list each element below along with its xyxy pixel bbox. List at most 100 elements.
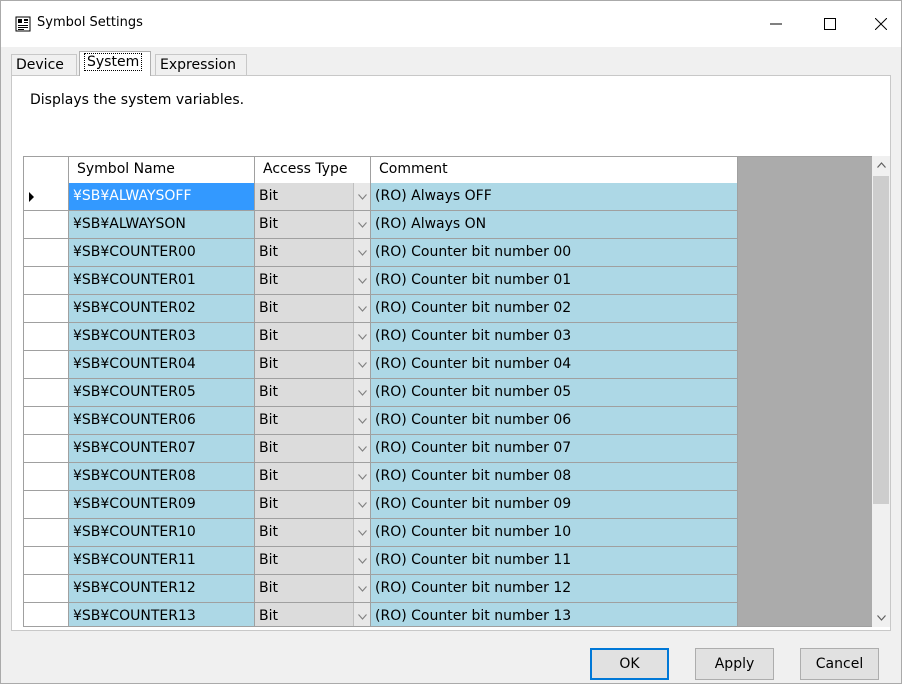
access-type-dropdown-button[interactable] <box>353 295 370 322</box>
comment-cell[interactable]: (RO) Always OFF <box>371 183 738 211</box>
close-button[interactable] <box>858 1 902 47</box>
table-row[interactable]: ¥SB¥COUNTER04 Bit (RO) Counter bit number … <box>24 351 738 379</box>
comment-cell[interactable]: (RO) Counter bit number 13 <box>371 603 738 626</box>
comment-cell[interactable]: (RO) Counter bit number 00 <box>371 239 738 267</box>
access-type-cell[interactable]: Bit <box>255 547 371 575</box>
access-type-dropdown-button[interactable] <box>353 211 370 238</box>
row-selector[interactable] <box>24 379 69 407</box>
comment-cell[interactable]: (RO) Counter bit number 10 <box>371 519 738 547</box>
access-type-dropdown-button[interactable] <box>353 575 370 602</box>
access-type-cell[interactable]: Bit <box>255 267 371 295</box>
comment-cell[interactable]: (RO) Counter bit number 12 <box>371 575 738 603</box>
access-type-dropdown-button[interactable] <box>353 239 370 266</box>
row-selector[interactable] <box>24 295 69 323</box>
table-row[interactable]: ¥SB¥COUNTER12 Bit (RO) Counter bit number … <box>24 575 738 603</box>
access-type-dropdown-button[interactable] <box>353 519 370 546</box>
row-selector[interactable] <box>24 323 69 351</box>
access-type-cell[interactable]: Bit <box>255 351 371 379</box>
access-type-dropdown-button[interactable] <box>353 603 370 626</box>
symbol-name-cell[interactable]: ¥SB¥COUNTER08 <box>69 463 255 491</box>
tab-expression[interactable]: Expression <box>155 54 247 76</box>
comment-cell[interactable]: (RO) Counter bit number 05 <box>371 379 738 407</box>
comment-cell[interactable]: (RO) Counter bit number 02 <box>371 295 738 323</box>
column-header-access-type[interactable]: Access Type <box>255 157 371 183</box>
row-selector[interactable] <box>24 211 69 239</box>
access-type-cell[interactable]: Bit <box>255 323 371 351</box>
row-selector[interactable] <box>24 463 69 491</box>
symbol-name-cell[interactable]: ¥SB¥COUNTER02 <box>69 295 255 323</box>
access-type-dropdown-button[interactable] <box>353 183 370 210</box>
row-selector[interactable] <box>24 603 69 626</box>
access-type-cell[interactable]: Bit <box>255 435 371 463</box>
access-type-dropdown-button[interactable] <box>353 407 370 434</box>
minimize-button[interactable] <box>753 1 799 47</box>
ok-button[interactable]: OK <box>590 648 669 680</box>
access-type-dropdown-button[interactable] <box>353 491 370 518</box>
access-type-dropdown-button[interactable] <box>353 323 370 350</box>
symbol-grid[interactable]: Symbol Name Access Type Comment ¥SB¥ALWA… <box>23 156 880 627</box>
row-selector[interactable] <box>24 239 69 267</box>
access-type-cell[interactable]: Bit <box>255 575 371 603</box>
table-row[interactable]: ¥SB¥COUNTER01 Bit (RO) Counter bit number … <box>24 267 738 295</box>
apply-button[interactable]: Apply <box>695 648 774 680</box>
table-row[interactable]: ¥SB¥COUNTER08 Bit (RO) Counter bit number … <box>24 463 738 491</box>
cancel-button[interactable]: Cancel <box>800 648 879 680</box>
comment-cell[interactable]: (RO) Counter bit number 09 <box>371 491 738 519</box>
symbol-name-cell[interactable]: ¥SB¥COUNTER03 <box>69 323 255 351</box>
access-type-cell[interactable]: Bit <box>255 407 371 435</box>
row-selector[interactable] <box>24 519 69 547</box>
scroll-up-button[interactable] <box>872 156 890 174</box>
symbol-name-cell[interactable]: ¥SB¥COUNTER12 <box>69 575 255 603</box>
tab-device[interactable]: Device <box>11 54 77 76</box>
table-row[interactable]: ¥SB¥COUNTER10 Bit (RO) Counter bit number … <box>24 519 738 547</box>
symbol-name-cell[interactable]: ¥SB¥COUNTER04 <box>69 351 255 379</box>
vertical-scrollbar[interactable] <box>872 156 890 627</box>
symbol-name-cell[interactable]: ¥SB¥COUNTER07 <box>69 435 255 463</box>
table-row[interactable]: ¥SB¥COUNTER13 Bit (RO) Counter bit number … <box>24 603 738 626</box>
comment-cell[interactable]: (RO) Always ON <box>371 211 738 239</box>
access-type-cell[interactable]: Bit <box>255 295 371 323</box>
maximize-button[interactable] <box>807 1 853 47</box>
access-type-dropdown-button[interactable] <box>353 267 370 294</box>
table-row[interactable]: ¥SB¥COUNTER09 Bit (RO) Counter bit number … <box>24 491 738 519</box>
row-selector[interactable] <box>24 491 69 519</box>
access-type-cell[interactable]: Bit <box>255 603 371 626</box>
row-selector[interactable] <box>24 575 69 603</box>
column-header-comment[interactable]: Comment <box>371 157 738 183</box>
symbol-name-cell[interactable]: ¥SB¥COUNTER05 <box>69 379 255 407</box>
row-selector[interactable] <box>24 407 69 435</box>
access-type-cell[interactable]: Bit <box>255 379 371 407</box>
symbol-name-cell[interactable]: ¥SB¥ALWAYSON <box>69 211 255 239</box>
table-row[interactable]: ¥SB¥COUNTER06 Bit (RO) Counter bit number … <box>24 407 738 435</box>
table-row[interactable]: ¥SB¥ALWAYSOFF Bit (RO) Always OFF <box>24 183 738 211</box>
access-type-cell[interactable]: Bit <box>255 183 371 211</box>
comment-cell[interactable]: (RO) Counter bit number 08 <box>371 463 738 491</box>
table-row[interactable]: ¥SB¥COUNTER05 Bit (RO) Counter bit number … <box>24 379 738 407</box>
comment-cell[interactable]: (RO) Counter bit number 03 <box>371 323 738 351</box>
symbol-name-cell[interactable]: ¥SB¥COUNTER06 <box>69 407 255 435</box>
access-type-cell[interactable]: Bit <box>255 239 371 267</box>
access-type-cell[interactable]: Bit <box>255 463 371 491</box>
row-selector[interactable] <box>24 351 69 379</box>
symbol-name-cell[interactable]: ¥SB¥COUNTER11 <box>69 547 255 575</box>
access-type-dropdown-button[interactable] <box>353 547 370 574</box>
access-type-cell[interactable]: Bit <box>255 519 371 547</box>
symbol-name-cell[interactable]: ¥SB¥COUNTER13 <box>69 603 255 626</box>
access-type-dropdown-button[interactable] <box>353 463 370 490</box>
comment-cell[interactable]: (RO) Counter bit number 07 <box>371 435 738 463</box>
table-row[interactable]: ¥SB¥COUNTER00 Bit (RO) Counter bit number … <box>24 239 738 267</box>
row-selector[interactable] <box>24 435 69 463</box>
column-header-symbol-name[interactable]: Symbol Name <box>69 157 255 183</box>
symbol-name-cell[interactable]: ¥SB¥COUNTER00 <box>69 239 255 267</box>
scroll-thumb[interactable] <box>873 176 889 504</box>
scroll-down-button[interactable] <box>872 609 890 627</box>
table-row[interactable]: ¥SB¥COUNTER11 Bit (RO) Counter bit number … <box>24 547 738 575</box>
row-selector[interactable] <box>24 267 69 295</box>
table-row[interactable]: ¥SB¥COUNTER03 Bit (RO) Counter bit number … <box>24 323 738 351</box>
comment-cell[interactable]: (RO) Counter bit number 06 <box>371 407 738 435</box>
comment-cell[interactable]: (RO) Counter bit number 11 <box>371 547 738 575</box>
symbol-name-cell[interactable]: ¥SB¥COUNTER01 <box>69 267 255 295</box>
symbol-name-cell[interactable]: ¥SB¥COUNTER09 <box>69 491 255 519</box>
comment-cell[interactable]: (RO) Counter bit number 04 <box>371 351 738 379</box>
table-row[interactable]: ¥SB¥ALWAYSON Bit (RO) Always ON <box>24 211 738 239</box>
